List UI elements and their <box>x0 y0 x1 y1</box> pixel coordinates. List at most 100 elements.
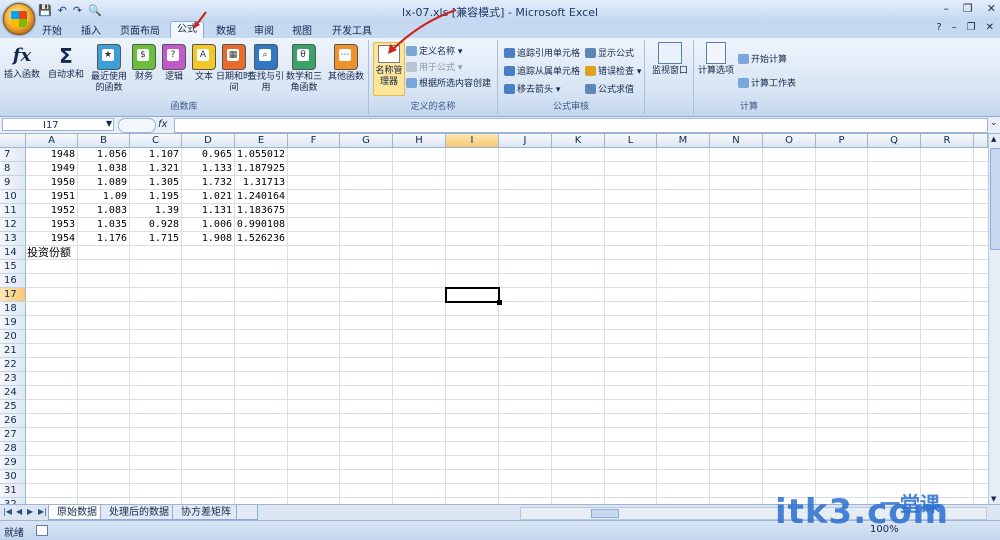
cell[interactable]: 1.038 <box>78 162 127 176</box>
autosum-button[interactable]: Σ 自动求和 <box>46 44 86 81</box>
fx-button[interactable]: fx <box>158 119 167 130</box>
column-header[interactable]: O <box>763 134 816 148</box>
row-header[interactable]: 9 <box>0 176 26 190</box>
column-header[interactable]: J <box>499 134 552 148</box>
cell[interactable]: 1.187925 <box>235 162 285 176</box>
row-header[interactable]: 31 <box>0 484 26 498</box>
create-from-selection-button[interactable]: 根据所选内容创建 <box>406 76 491 89</box>
column-header-partial[interactable] <box>974 134 988 148</box>
doc-minimize-button[interactable]: – <box>952 22 957 33</box>
sheet-tab-raw-data[interactable]: 原始数据 <box>48 505 106 520</box>
vertical-scroll-thumb[interactable] <box>990 148 1000 250</box>
trace-dependents-button[interactable]: 追踪从属单元格 <box>504 64 580 77</box>
cell[interactable]: 1948 <box>26 148 75 162</box>
insert-sheet-icon[interactable] <box>236 505 258 520</box>
row-header[interactable]: 8 <box>0 162 26 176</box>
cell[interactable]: 1.021 <box>182 190 232 204</box>
row-header[interactable]: 22 <box>0 358 26 372</box>
close-button[interactable]: ✕ <box>987 2 996 15</box>
calc-options-button[interactable]: 计算选项 <box>696 42 736 77</box>
cell[interactable]: 1.39 <box>130 204 179 218</box>
cell[interactable]: 0.928 <box>130 218 179 232</box>
row-header[interactable]: 19 <box>0 316 26 330</box>
row-header[interactable]: 30 <box>0 470 26 484</box>
cell-a14[interactable]: 投资份额 <box>27 246 107 260</box>
scroll-down-icon[interactable]: ▼ <box>991 495 996 503</box>
column-header[interactable]: E <box>235 134 288 148</box>
row-header[interactable]: 17 <box>0 288 26 302</box>
row-header[interactable]: 13 <box>0 232 26 246</box>
math-trig-button[interactable]: θ 数学和三角函数 <box>282 44 326 94</box>
help-icon[interactable]: ? <box>936 22 941 33</box>
row-header[interactable]: 15 <box>0 260 26 274</box>
row-header[interactable]: 24 <box>0 386 26 400</box>
row-header[interactable]: 14 <box>0 246 26 260</box>
column-header[interactable]: L <box>605 134 657 148</box>
cell[interactable]: 1.240164 <box>235 190 285 204</box>
row-header[interactable]: 21 <box>0 344 26 358</box>
cell[interactable]: 1.183675 <box>235 204 285 218</box>
tab-home[interactable]: 开始 <box>42 22 62 37</box>
column-header[interactable]: N <box>710 134 763 148</box>
tab-insert[interactable]: 插入 <box>81 22 101 37</box>
column-header[interactable]: R <box>921 134 974 148</box>
row-header[interactable]: 18 <box>0 302 26 316</box>
cell[interactable]: 0.965 <box>182 148 232 162</box>
cell[interactable]: 1953 <box>26 218 75 232</box>
name-box[interactable]: I17 <box>2 118 114 131</box>
column-header-selected[interactable]: I <box>446 134 499 148</box>
sheet-tab-processed-data[interactable]: 处理后的数据 <box>100 505 178 520</box>
cell[interactable]: 1949 <box>26 162 75 176</box>
tab-review[interactable]: 审阅 <box>254 22 274 37</box>
calc-now-button[interactable]: 开始计算 <box>738 52 787 65</box>
column-header[interactable]: C <box>130 134 182 148</box>
row-header[interactable]: 7 <box>0 148 26 162</box>
column-header[interactable]: M <box>657 134 710 148</box>
cell[interactable]: 1.133 <box>182 162 232 176</box>
cell[interactable]: 1.908 <box>182 232 232 246</box>
column-header[interactable]: G <box>340 134 393 148</box>
cell[interactable]: 0.990108 <box>235 218 285 232</box>
more-functions-button[interactable]: ⋯ 其他函数 <box>326 44 366 83</box>
next-sheet-icon[interactable]: ▶ <box>27 507 33 516</box>
cell[interactable]: 1.732 <box>182 176 232 190</box>
cell[interactable]: 1.321 <box>130 162 179 176</box>
row-header[interactable]: 27 <box>0 428 26 442</box>
macro-record-icon[interactable] <box>36 525 48 536</box>
trace-precedents-button[interactable]: 追踪引用单元格 <box>504 46 580 59</box>
minimize-button[interactable]: – <box>943 2 949 15</box>
cell[interactable]: 1.035 <box>78 218 127 232</box>
row-header[interactable]: 11 <box>0 204 26 218</box>
row-header[interactable]: 10 <box>0 190 26 204</box>
show-formulas-button[interactable]: 显示公式 <box>585 46 634 59</box>
cell[interactable]: 1.715 <box>130 232 179 246</box>
cell[interactable]: 1952 <box>26 204 75 218</box>
doc-restore-button[interactable]: ❐ <box>967 22 976 33</box>
row-header[interactable]: 26 <box>0 414 26 428</box>
vertical-scrollbar[interactable]: ▲ ▼ <box>988 134 1000 504</box>
cell[interactable]: 1.056 <box>78 148 127 162</box>
row-header[interactable]: 12 <box>0 218 26 232</box>
expand-formula-bar-icon[interactable]: ⌄ <box>990 118 998 128</box>
prev-sheet-icon[interactable]: ◀ <box>16 507 22 516</box>
active-cell-i17[interactable] <box>445 287 502 305</box>
remove-arrows-button[interactable]: 移去箭头 ▾ <box>504 82 560 95</box>
cell[interactable]: 1950 <box>26 176 75 190</box>
doc-close-button[interactable]: ✕ <box>986 22 994 33</box>
column-header[interactable]: P <box>816 134 868 148</box>
column-header[interactable]: H <box>393 134 446 148</box>
cell[interactable]: 1.31713 <box>235 176 285 190</box>
first-sheet-icon[interactable]: |◀ <box>3 507 12 516</box>
office-button[interactable] <box>3 3 35 35</box>
restore-button[interactable]: ❐ <box>963 2 973 15</box>
last-sheet-icon[interactable]: ▶| <box>38 507 47 516</box>
formula-input[interactable] <box>174 118 988 133</box>
column-header[interactable]: B <box>78 134 130 148</box>
scroll-up-icon[interactable]: ▲ <box>991 135 996 143</box>
column-header[interactable]: D <box>182 134 235 148</box>
select-all-corner[interactable] <box>0 134 26 148</box>
horizontal-scroll-thumb[interactable] <box>591 509 619 518</box>
cell[interactable]: 1.055012 <box>235 148 285 162</box>
column-header[interactable]: A <box>26 134 78 148</box>
sheet-tab-covariance[interactable]: 协方差矩阵 <box>172 505 240 520</box>
